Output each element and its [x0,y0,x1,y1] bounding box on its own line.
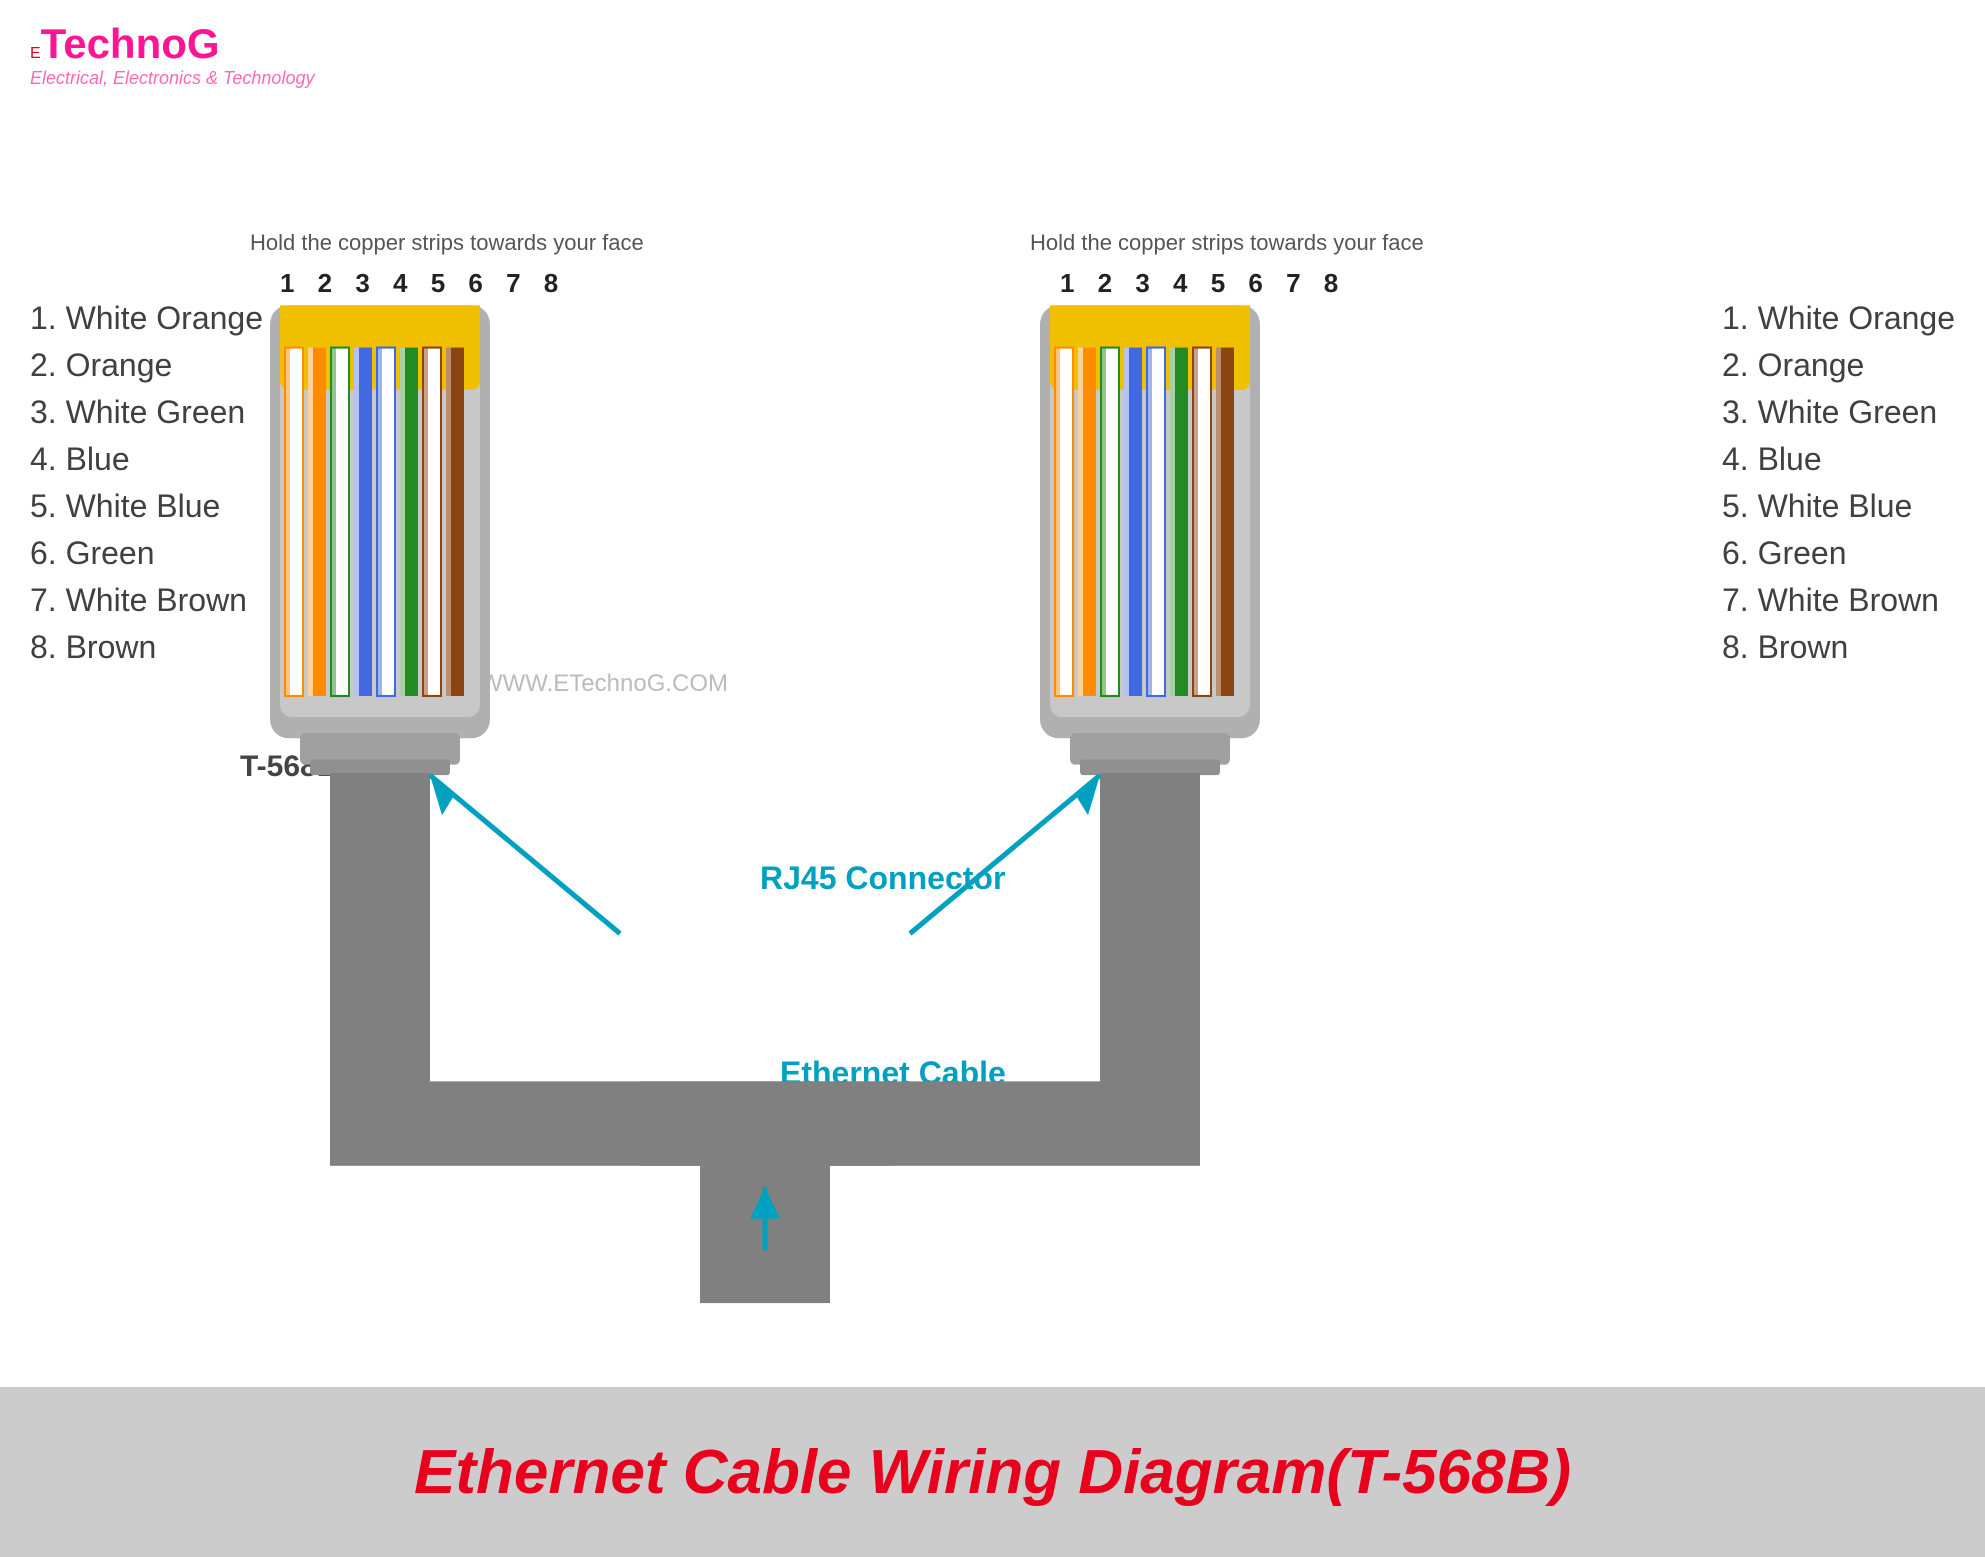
wire-5-stripe-right [1147,348,1152,696]
wire-3-stripe-right [1101,348,1106,696]
diagram-svg [0,110,1985,1377]
wire-1-stripe-right [1055,348,1060,696]
wire-3-stripe-left [331,348,336,696]
wire-4-stripe-left [354,348,359,696]
wire-6-stripe-left [400,348,405,696]
logo-techno: TechnoG [41,20,220,67]
left-connector-clip2 [310,759,450,775]
footer-title: Ethernet Cable Wiring Diagram(T-568B) [414,1437,1571,1508]
header: ETechnoG Electrical, Electronics & Techn… [30,20,314,89]
wire-7-stripe-right [1193,348,1198,696]
wire-2-stripe-left [308,348,313,696]
logo-e-letter: E [30,45,41,62]
right-connector-top-cap2 [1050,305,1250,347]
wire-5-stripe-left [377,348,382,696]
wire-6-stripe-right [1170,348,1175,696]
wire-8-stripe-right [1216,348,1221,696]
arrow-head-right [1075,775,1100,815]
diagram-area: Hold the copper strips towards your face… [0,110,1985,1377]
left-connector-top-cap2 [280,305,480,347]
wire-1-stripe-left [285,348,290,696]
wire-7-stripe-left [423,348,428,696]
arrow-line-left [430,775,620,933]
right-connector-clip2 [1080,759,1220,775]
wire-2-stripe-right [1078,348,1083,696]
logo-subtitle: Electrical, Electronics & Technology [30,68,314,89]
right-cable-down [1100,773,1200,1111]
logo: ETechnoG [30,20,314,68]
arrow-head-left [430,775,455,815]
left-cable-down [330,773,430,1111]
right-cable-left [640,1081,1200,1165]
footer-banner: Ethernet Cable Wiring Diagram(T-568B) [0,1387,1985,1557]
arrow-line-right [910,775,1100,933]
wire-8-stripe-left [446,348,451,696]
wire-4-stripe-right [1124,348,1129,696]
